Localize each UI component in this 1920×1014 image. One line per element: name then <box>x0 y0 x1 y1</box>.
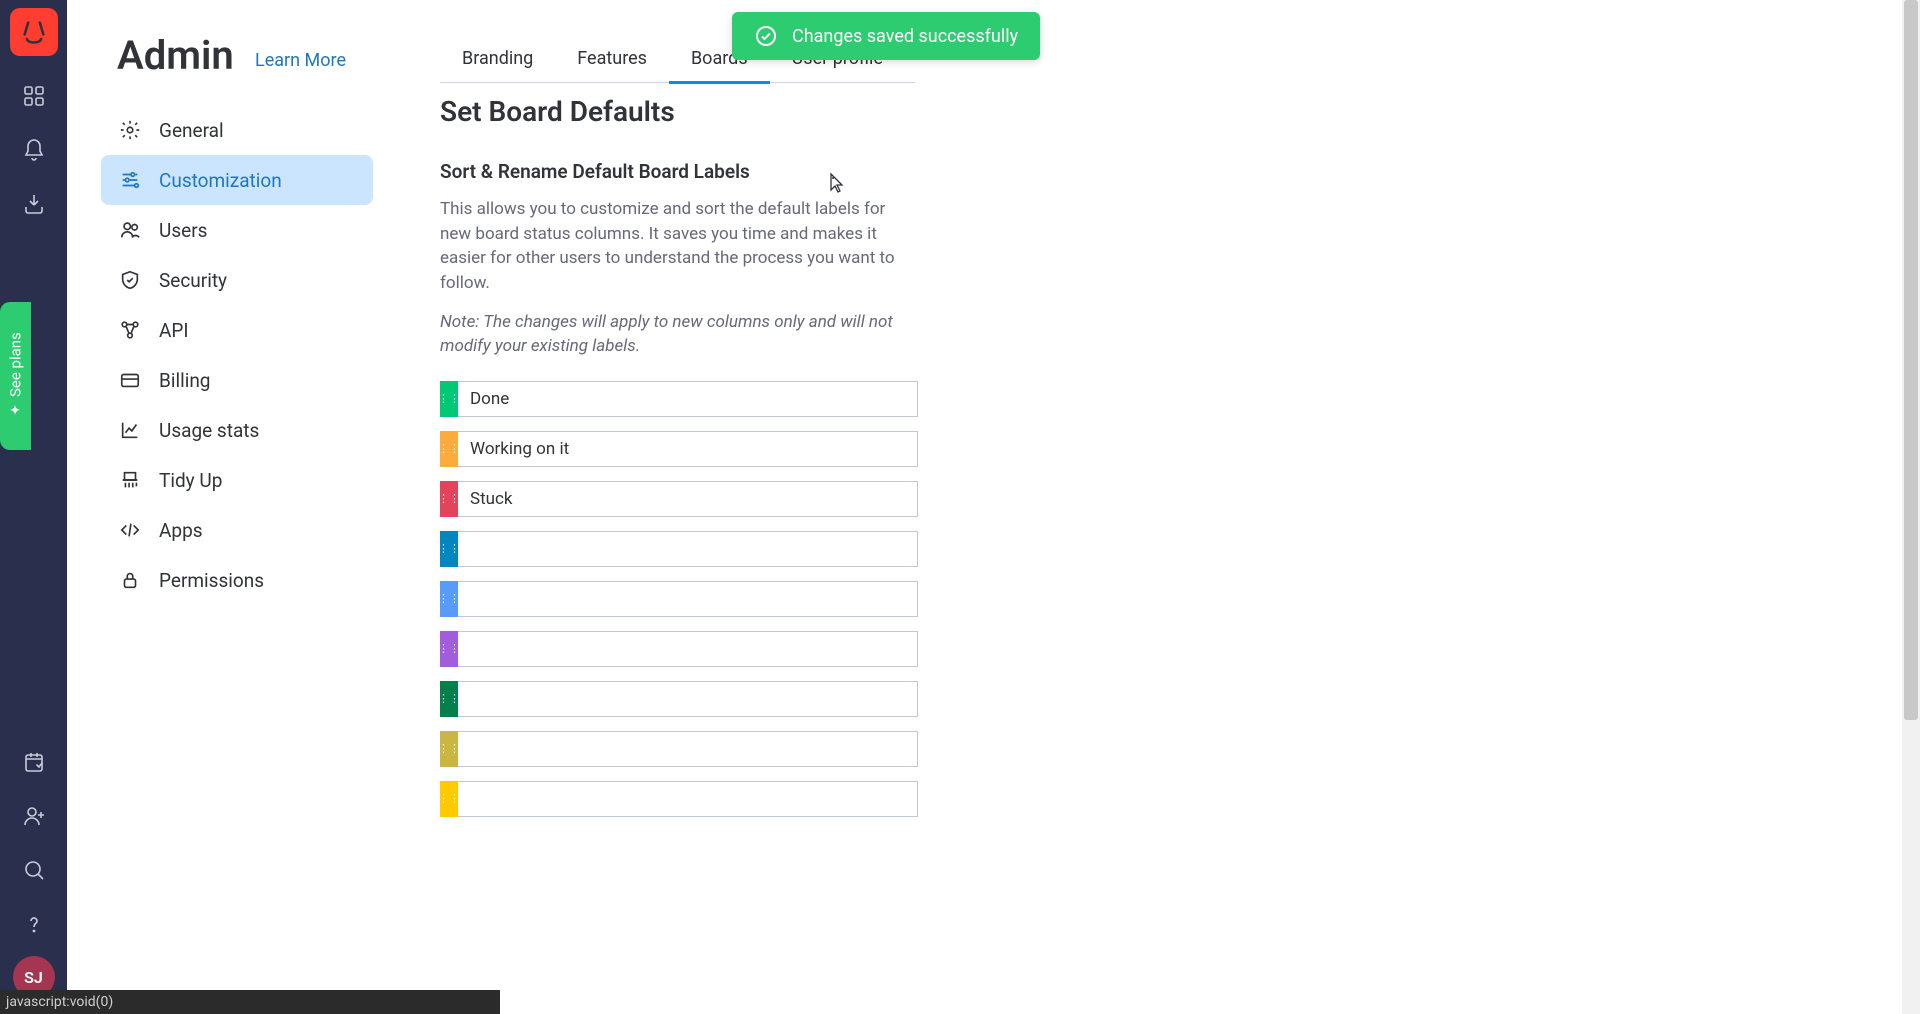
help-icon[interactable] <box>12 902 56 946</box>
label-name-input[interactable] <box>458 781 918 817</box>
label-row: ⋮⋮ <box>440 781 918 817</box>
drag-handle-icon[interactable]: ⋮⋮ <box>440 731 458 767</box>
sidebar-item-tidy-up[interactable]: Tidy Up <box>101 455 373 505</box>
label-name-input[interactable] <box>458 381 918 417</box>
inbox-icon[interactable] <box>12 182 56 226</box>
label-name-input[interactable] <box>458 581 918 617</box>
left-rail: SJ <box>0 0 67 1014</box>
section-description: This allows you to customize and sort th… <box>440 197 918 296</box>
scrollbar-track[interactable] <box>1902 0 1920 1014</box>
see-plans-label: See plans <box>7 333 25 398</box>
sidebar-item-label: Customization <box>159 169 282 192</box>
shield-icon <box>119 269 141 291</box>
label-row: ⋮⋮ <box>440 631 918 667</box>
sparkle-icon: ✦ <box>8 403 24 419</box>
label-row: ⋮⋮ <box>440 431 918 467</box>
sidebar-item-billing[interactable]: Billing <box>101 355 373 405</box>
chart-icon <box>119 419 141 441</box>
api-icon <box>119 319 141 341</box>
drag-handle-icon[interactable]: ⋮⋮ <box>440 781 458 817</box>
label-row: ⋮⋮ <box>440 731 918 767</box>
drag-handle-icon[interactable]: ⋮⋮ <box>440 631 458 667</box>
label-list: ⋮⋮ ⋮⋮ ⋮⋮ ⋮⋮ ⋮⋮ ⋮⋮ ⋮⋮ ⋮⋮ ⋮⋮ <box>440 381 918 817</box>
board-defaults-panel: Set Board Defaults Sort & Rename Default… <box>440 95 918 817</box>
shredder-icon <box>119 469 141 491</box>
invite-members-icon[interactable] <box>12 794 56 838</box>
drag-handle-icon[interactable]: ⋮⋮ <box>440 531 458 567</box>
label-name-input[interactable] <box>458 481 918 517</box>
success-toast: Changes saved successfully <box>732 12 1040 60</box>
check-circle-icon <box>754 24 778 48</box>
sidebar-item-label: Security <box>159 269 227 292</box>
settings-sidebar: General Customization Users Security API… <box>101 105 373 605</box>
gear-icon <box>119 119 141 141</box>
drag-handle-icon[interactable]: ⋮⋮ <box>440 381 458 417</box>
drag-handle-icon[interactable]: ⋮⋮ <box>440 681 458 717</box>
app-logo[interactable] <box>10 8 58 56</box>
sidebar-item-label: Permissions <box>159 569 264 592</box>
status-text: javascript:void(0) <box>6 994 113 1010</box>
page-title: Admin <box>117 32 234 79</box>
sidebar-item-general[interactable]: General <box>101 105 373 155</box>
sidebar-item-label: API <box>159 319 189 342</box>
sidebar-item-label: Tidy Up <box>159 469 222 492</box>
section-title: Sort & Rename Default Board Labels <box>440 160 918 183</box>
users-icon <box>119 219 141 241</box>
sidebar-item-permissions[interactable]: Permissions <box>101 555 373 605</box>
sidebar-item-usage-stats[interactable]: Usage stats <box>101 405 373 455</box>
panel-title: Set Board Defaults <box>440 95 918 128</box>
sidebar-item-customization[interactable]: Customization <box>101 155 373 205</box>
see-plans-button[interactable]: ✦ See plans <box>0 302 31 450</box>
sidebar-item-api[interactable]: API <box>101 305 373 355</box>
sidebar-item-apps[interactable]: Apps <box>101 505 373 555</box>
my-work-icon[interactable] <box>12 740 56 784</box>
sidebar-item-label: Users <box>159 219 207 242</box>
logo-icon <box>20 18 48 46</box>
label-row: ⋮⋮ <box>440 381 918 417</box>
tab-features[interactable]: Features <box>555 35 669 83</box>
sidebar-item-label: Usage stats <box>159 419 259 442</box>
label-name-input[interactable] <box>458 631 918 667</box>
avatar-initials: SJ <box>24 968 43 987</box>
label-row: ⋮⋮ <box>440 531 918 567</box>
drag-handle-icon[interactable]: ⋮⋮ <box>440 481 458 517</box>
label-name-input[interactable] <box>458 431 918 467</box>
label-row: ⋮⋮ <box>440 481 918 517</box>
label-name-input[interactable] <box>458 681 918 717</box>
sidebar-item-label: Billing <box>159 369 210 392</box>
drag-handle-icon[interactable]: ⋮⋮ <box>440 581 458 617</box>
credit-card-icon <box>119 369 141 391</box>
learn-more-link[interactable]: Learn More <box>255 50 346 71</box>
sliders-icon <box>119 169 141 191</box>
code-icon <box>119 519 141 541</box>
workspaces-icon[interactable] <box>12 74 56 118</box>
label-row: ⋮⋮ <box>440 581 918 617</box>
scrollbar-thumb[interactable] <box>1904 0 1918 720</box>
notifications-icon[interactable] <box>12 128 56 172</box>
label-row: ⋮⋮ <box>440 681 918 717</box>
browser-status-bar: javascript:void(0) <box>0 990 500 1014</box>
drag-handle-icon[interactable]: ⋮⋮ <box>440 431 458 467</box>
tab-branding[interactable]: Branding <box>440 35 555 83</box>
label-name-input[interactable] <box>458 731 918 767</box>
label-name-input[interactable] <box>458 531 918 567</box>
sidebar-item-users[interactable]: Users <box>101 205 373 255</box>
toast-message: Changes saved successfully <box>792 26 1018 47</box>
sidebar-item-label: General <box>159 119 224 142</box>
sidebar-item-security[interactable]: Security <box>101 255 373 305</box>
section-note: Note: The changes will apply to new colu… <box>440 310 918 359</box>
lock-icon <box>119 569 141 591</box>
sidebar-item-label: Apps <box>159 519 203 542</box>
search-icon[interactable] <box>12 848 56 892</box>
